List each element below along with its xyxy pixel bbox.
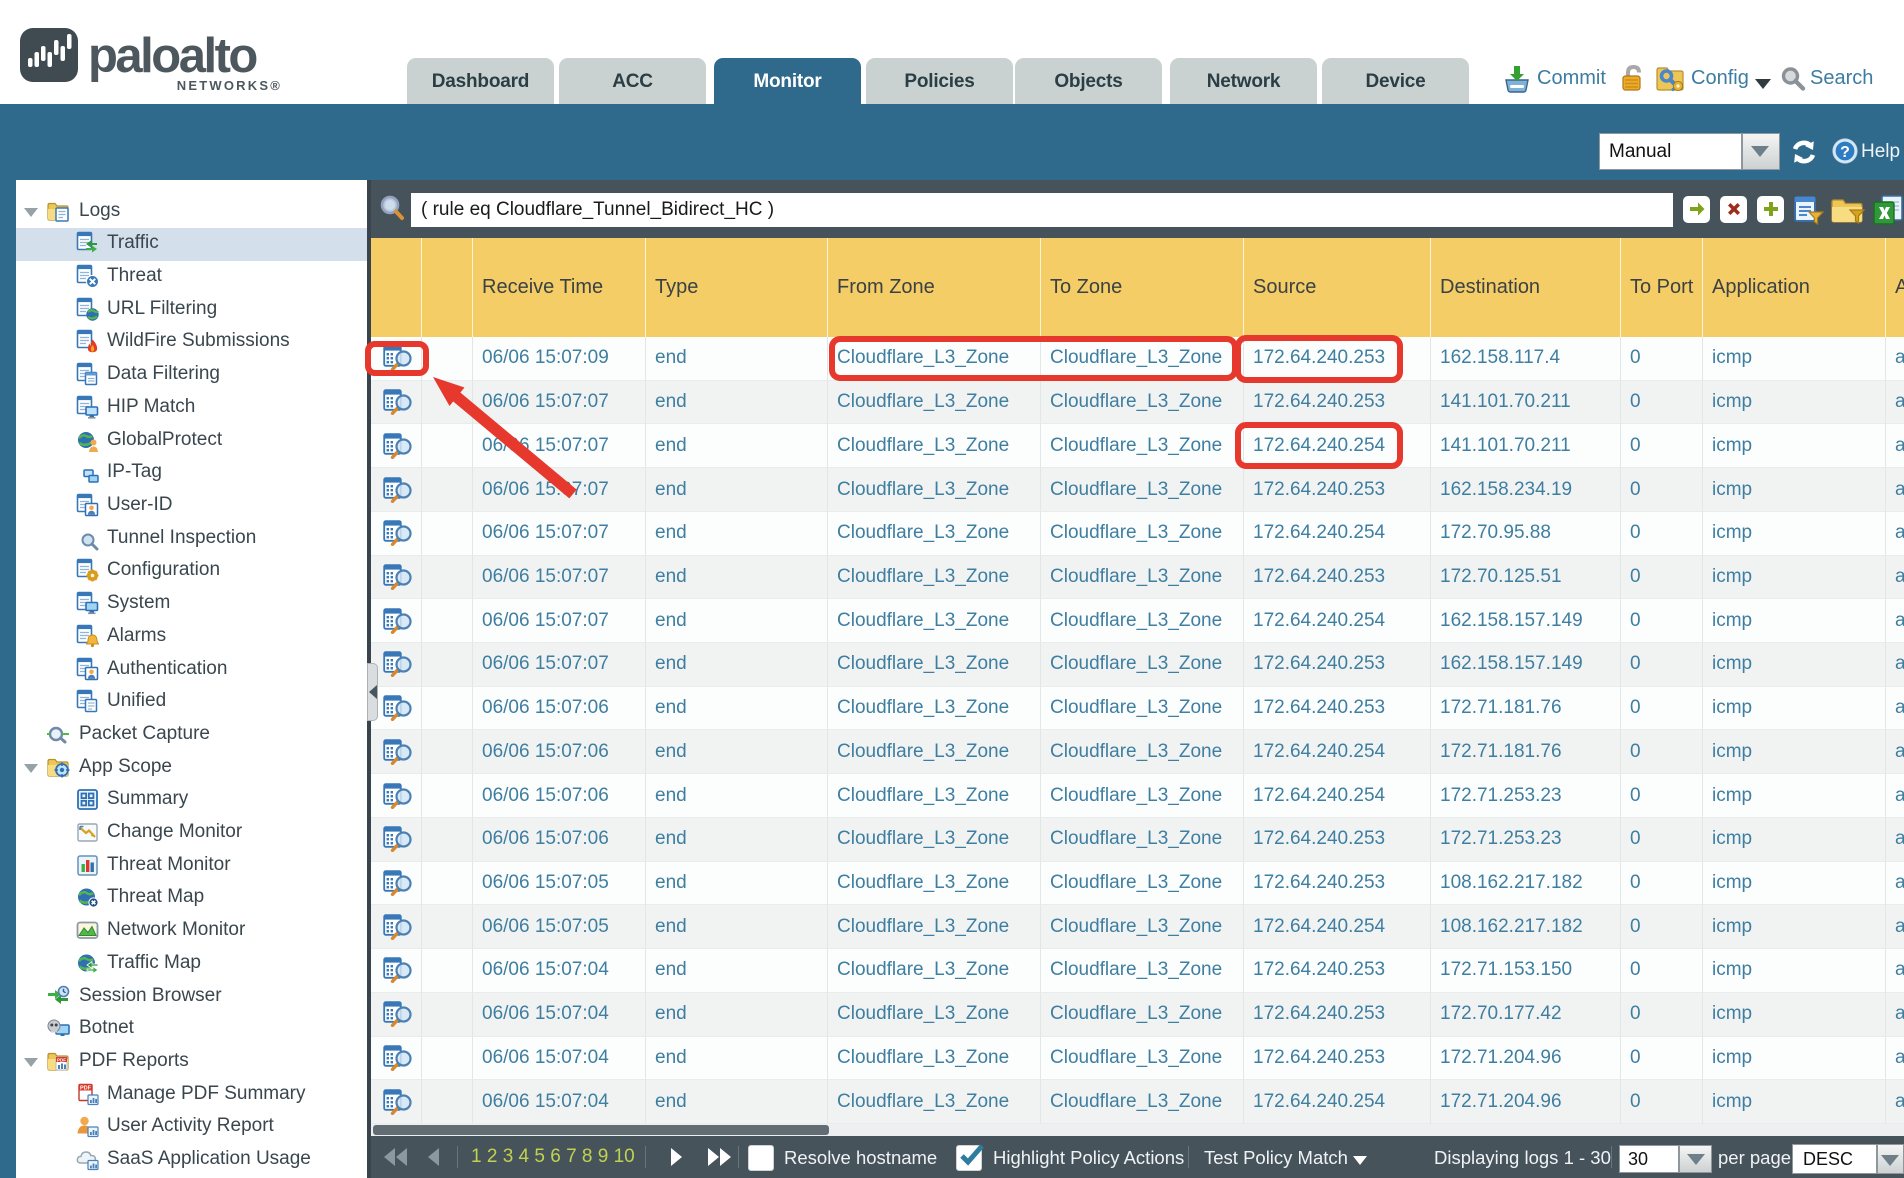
svg-text:PDF: PDF	[80, 1085, 92, 1091]
svg-text:NETWORKS®: NETWORKS®	[177, 78, 282, 93]
svg-text:?: ?	[1840, 144, 1850, 161]
svg-text:paloalto: paloalto	[88, 29, 257, 83]
svg-text:PDF: PDF	[57, 1057, 66, 1062]
